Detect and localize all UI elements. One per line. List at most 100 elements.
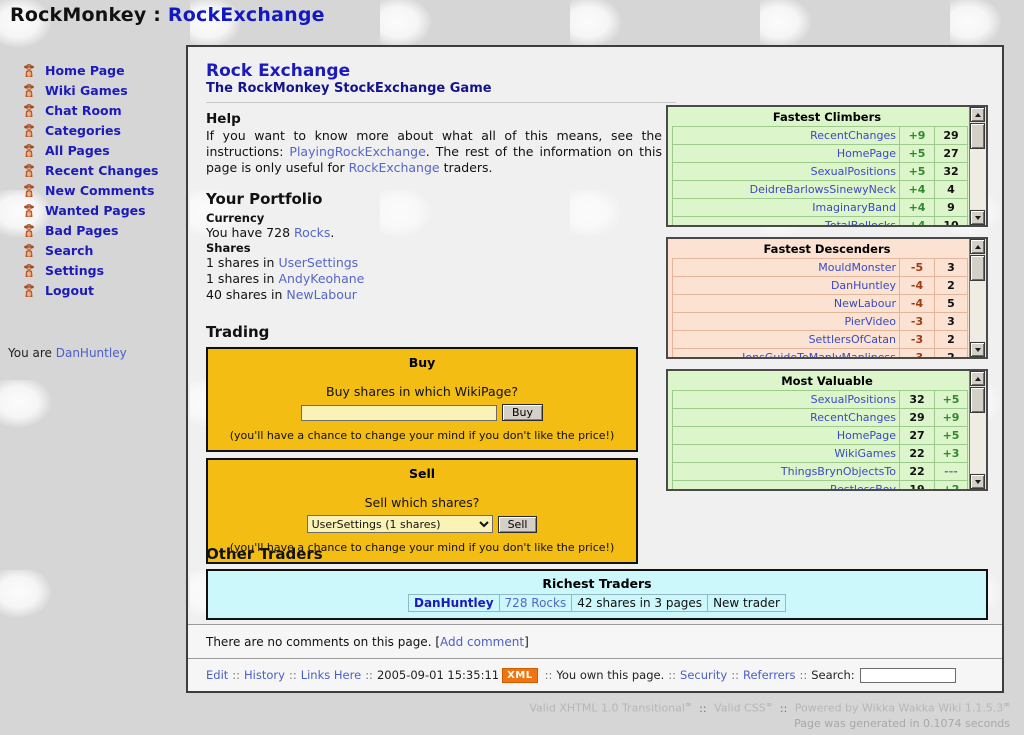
share-page-link[interactable]: NewLabour: [286, 287, 357, 302]
page-link[interactable]: ThingsBrynObjectsTo: [673, 463, 900, 481]
table-row[interactable]: TotalBollocks +4 10: [673, 217, 968, 228]
table-row[interactable]: NewLabour -4 5: [673, 295, 968, 313]
trader-rocks: 728 Rocks: [499, 595, 572, 612]
page-link[interactable]: WikiGames: [673, 445, 900, 463]
scrollbar-track[interactable]: [970, 413, 986, 473]
scrollbar[interactable]: [969, 107, 986, 225]
delta-value: -3: [900, 349, 935, 360]
table-row[interactable]: RecentChanges 29 +9: [673, 409, 968, 427]
current-page-name: RockExchange: [168, 4, 325, 26]
page-link[interactable]: RestlessBoy: [673, 481, 900, 492]
table-row[interactable]: WikiGames 22 +3: [673, 445, 968, 463]
xml-feed-badge[interactable]: XML: [502, 668, 538, 683]
table-row[interactable]: DanHuntley -4 2: [673, 277, 968, 295]
portfolio-heading: Your Portfolio: [206, 190, 676, 208]
sidebar-item-chat-room[interactable]: Chat Room: [0, 100, 180, 120]
share-count: 1 shares in: [206, 271, 278, 286]
sidebar-item-search[interactable]: Search: [0, 240, 180, 260]
table-row[interactable]: SexualPositions 32 +5: [673, 391, 968, 409]
sidebar-item-new-comments[interactable]: New Comments: [0, 180, 180, 200]
sidebar-item-wiki-games[interactable]: Wiki Games: [0, 80, 180, 100]
share-page-link[interactable]: AndyKeohane: [278, 271, 364, 286]
table-row[interactable]: SexualPositions +5 32: [673, 163, 968, 181]
page-link[interactable]: ImaginaryBand: [673, 199, 900, 217]
table-row[interactable]: HomePage 27 +5: [673, 427, 968, 445]
page-link[interactable]: SettlersOfCatan: [673, 331, 900, 349]
scrollbar[interactable]: [969, 371, 986, 489]
valid-xhtml-link[interactable]: Valid XHTML 1.0 Transitional: [529, 702, 685, 715]
scroll-up-icon[interactable]: [970, 107, 985, 122]
page-link[interactable]: JonsGuideToManlyManliness: [673, 349, 900, 360]
table-row[interactable]: MouldMonster -5 3: [673, 259, 968, 277]
price-value: 3: [935, 313, 968, 331]
buy-button[interactable]: Buy: [502, 404, 543, 421]
page-link[interactable]: HomePage: [673, 145, 900, 163]
search-input[interactable]: [860, 668, 956, 683]
scroll-up-icon[interactable]: [970, 371, 985, 386]
buy-wikipage-input[interactable]: [301, 405, 497, 421]
table-row[interactable]: JonsGuideToManlyManliness -3 2: [673, 349, 968, 360]
sidebar-item-bad-pages[interactable]: Bad Pages: [0, 220, 180, 240]
sidebar-item-recent-changes[interactable]: Recent Changes: [0, 160, 180, 180]
help-heading: Help: [206, 111, 676, 127]
valid-css-link[interactable]: Valid CSS: [714, 702, 766, 715]
table-row[interactable]: SettlersOfCatan -3 2: [673, 331, 968, 349]
table-row[interactable]: DeidreBarlowsSinewyNeck +4 4: [673, 181, 968, 199]
scroll-down-icon[interactable]: [970, 474, 985, 489]
page-link[interactable]: SexualPositions: [673, 391, 900, 409]
sidebar-item-label: Logout: [45, 283, 94, 298]
scrollbar-track[interactable]: [970, 281, 986, 341]
sidebar-item-home-page[interactable]: Home Page: [0, 60, 180, 80]
scrollbar-thumb[interactable]: [970, 123, 985, 149]
table-row[interactable]: RestlessBoy 19 +2: [673, 481, 968, 492]
page-link[interactable]: TotalBollocks: [673, 217, 900, 228]
current-username[interactable]: DanHuntley: [56, 346, 127, 360]
scroll-down-icon[interactable]: [970, 342, 985, 357]
security-link[interactable]: Security: [680, 668, 727, 682]
table-row[interactable]: ImaginaryBand +4 9: [673, 199, 968, 217]
table-row[interactable]: PierVideo -3 3: [673, 313, 968, 331]
price-value: 19: [900, 481, 935, 492]
delta-value: -4: [900, 295, 935, 313]
share-holding-row: 40 shares in NewLabour: [206, 287, 676, 303]
scrollbar-track[interactable]: [970, 149, 986, 209]
edit-link[interactable]: Edit: [206, 668, 228, 682]
sidebar-item-wanted-pages[interactable]: Wanted Pages: [0, 200, 180, 220]
scrollbar-thumb[interactable]: [970, 387, 985, 413]
referrers-link[interactable]: Referrers: [743, 668, 795, 682]
sell-shares-select[interactable]: UserSettings (1 shares) AndyKeohane (1 s…: [307, 515, 493, 533]
most-valuable-table: SexualPositions 32 +5 RecentChanges 29 +…: [672, 390, 968, 491]
add-comment-link[interactable]: Add comment: [440, 635, 524, 649]
sidebar-item-settings[interactable]: Settings: [0, 260, 180, 280]
scrollbar-thumb[interactable]: [970, 255, 985, 281]
table-row[interactable]: HomePage +5 27: [673, 145, 968, 163]
links-here-link[interactable]: Links Here: [301, 668, 361, 682]
rocks-link[interactable]: Rocks: [294, 225, 330, 240]
trader-username[interactable]: DanHuntley: [409, 595, 500, 612]
page-link[interactable]: MouldMonster: [673, 259, 900, 277]
page-link[interactable]: DeidreBarlowsSinewyNeck: [673, 181, 900, 199]
sidebar-item-logout[interactable]: Logout: [0, 280, 180, 300]
scrollbar[interactable]: [969, 239, 986, 357]
scroll-up-icon[interactable]: [970, 239, 985, 254]
page-link[interactable]: HomePage: [673, 427, 900, 445]
playing-rockexchange-link[interactable]: PlayingRockExchange: [289, 144, 425, 159]
page-link[interactable]: RecentChanges: [673, 127, 900, 145]
page-link[interactable]: DanHuntley: [673, 277, 900, 295]
page-link[interactable]: NewLabour: [673, 295, 900, 313]
powered-by-link[interactable]: Powered by Wikka Wakka Wiki 1.1.5.3: [795, 702, 1004, 715]
page-link[interactable]: RecentChanges: [673, 409, 900, 427]
sidebar-item-all-pages[interactable]: All Pages: [0, 140, 180, 160]
table-row[interactable]: RecentChanges +9 29: [673, 127, 968, 145]
share-page-link[interactable]: UserSettings: [278, 255, 358, 270]
scroll-down-icon[interactable]: [970, 210, 985, 225]
you-are-prefix: You are: [8, 346, 56, 360]
sidebar-item-label: Categories: [45, 123, 121, 138]
rockexchange-link[interactable]: RockExchange: [349, 160, 440, 175]
sidebar-item-categories[interactable]: Categories: [0, 120, 180, 140]
page-link[interactable]: PierVideo: [673, 313, 900, 331]
page-link[interactable]: SexualPositions: [673, 163, 900, 181]
table-row[interactable]: ThingsBrynObjectsTo 22 ---: [673, 463, 968, 481]
history-link[interactable]: History: [244, 668, 285, 682]
sell-button[interactable]: Sell: [498, 516, 538, 533]
